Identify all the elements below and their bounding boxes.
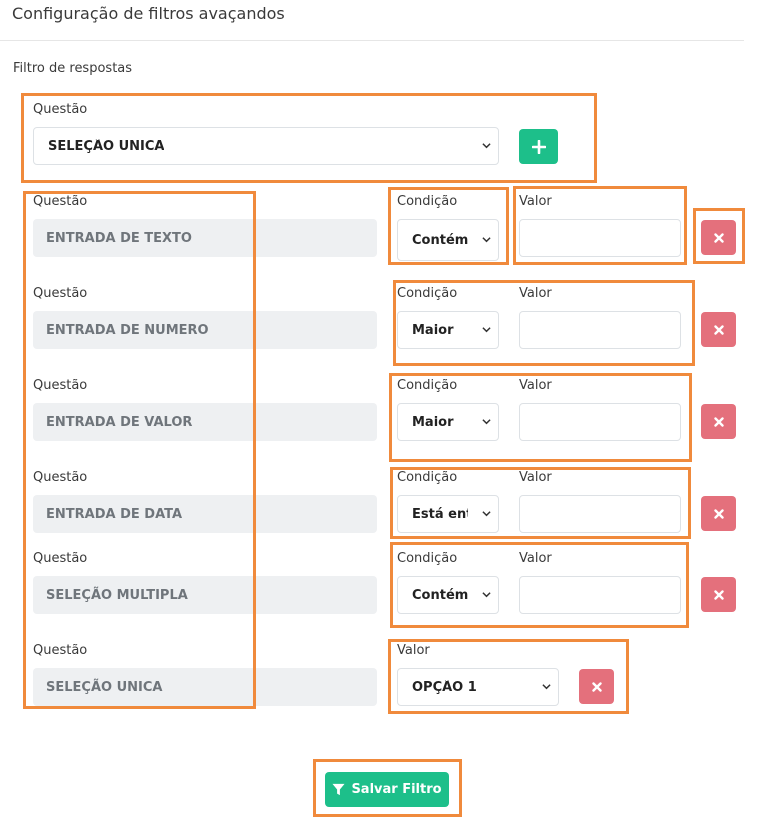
row-1-value-input[interactable]	[519, 219, 681, 257]
row-3-condition-value: Maior	[412, 414, 454, 430]
chevron-down-icon	[482, 143, 491, 149]
chevron-down-icon	[482, 511, 491, 517]
row-3-question-label: Questão	[33, 378, 88, 393]
row-1-value-label: Valor	[519, 194, 552, 209]
row-5-condition-value: Contém	[412, 587, 468, 603]
row-1-question-field: ENTRADA DE TEXTO	[33, 219, 377, 257]
section-label: Filtro de respostas	[13, 61, 133, 76]
close-icon	[713, 232, 724, 243]
row-5-question-label: Questão	[33, 551, 88, 566]
row-5-condition-label: Condição	[397, 551, 458, 566]
row-3-value-label: Valor	[519, 378, 552, 393]
chevron-down-icon	[482, 592, 491, 598]
new-filter-question-label: Questão	[33, 102, 88, 117]
save-filter-label: Salvar Filtro	[351, 782, 442, 797]
row-4-value-input[interactable]	[519, 495, 681, 533]
add-filter-button[interactable]	[519, 129, 558, 164]
row-4-value-label: Valor	[519, 470, 552, 485]
row-2-question-label: Questão	[33, 286, 88, 301]
row-4-question-field: ENTRADA DE DATA	[33, 495, 377, 533]
row-2-condition-select[interactable]: Maior	[397, 311, 499, 349]
close-icon	[713, 324, 724, 335]
page-title: Configuração de filtros avaçandos	[12, 4, 285, 23]
close-icon	[713, 589, 724, 600]
row-1-question-label: Questão	[33, 194, 88, 209]
row-4-condition-value: Está ent	[412, 506, 468, 522]
row-6-option-value: OPÇÃO 1	[412, 679, 477, 695]
row-5-condition-select[interactable]: Contém	[397, 576, 499, 614]
row-3-condition-label: Condição	[397, 378, 458, 393]
close-icon	[591, 681, 602, 692]
row-2-condition-value: Maior	[412, 322, 454, 338]
filter-icon	[332, 783, 345, 796]
row-5-value-input[interactable]	[519, 576, 681, 614]
row-2-condition-label: Condição	[397, 286, 458, 301]
chevron-down-icon	[482, 327, 491, 333]
row-2-question-field: ENTRADA DE NUMERO	[33, 311, 377, 349]
new-filter-question-select[interactable]: SELEÇÃO UNICA	[33, 127, 499, 165]
row-2-value-input[interactable]	[519, 311, 681, 349]
row-5-question-field: SELEÇÃO MULTIPLA	[33, 576, 377, 614]
save-filter-button[interactable]: Salvar Filtro	[325, 772, 449, 807]
row-1-condition-label: Condição	[397, 194, 458, 209]
row-6-option-select[interactable]: OPÇÃO 1	[397, 668, 559, 706]
chevron-down-icon	[482, 237, 491, 243]
row-2-value-label: Valor	[519, 286, 552, 301]
row-6-delete-button[interactable]	[579, 669, 614, 704]
new-filter-question-value: SELEÇÃO UNICA	[48, 138, 165, 154]
row-4-condition-label: Condição	[397, 470, 458, 485]
header-divider	[0, 40, 744, 41]
chevron-down-icon	[542, 684, 551, 690]
row-3-delete-button[interactable]	[701, 404, 736, 439]
row-5-value-label: Valor	[519, 551, 552, 566]
row-3-condition-select[interactable]: Maior	[397, 403, 499, 441]
close-icon	[713, 508, 724, 519]
row-6-question-field: SELEÇÃO UNICA	[33, 668, 377, 706]
row-4-delete-button[interactable]	[701, 496, 736, 531]
close-icon	[713, 416, 724, 427]
row-1-condition-select[interactable]: Contém	[397, 219, 499, 261]
row-3-question-field: ENTRADA DE VALOR	[33, 403, 377, 441]
row-4-question-label: Questão	[33, 470, 88, 485]
row-1-delete-button[interactable]	[701, 220, 736, 255]
row-2-delete-button[interactable]	[701, 312, 736, 347]
row-6-question-label: Questão	[33, 643, 88, 658]
plus-icon	[531, 139, 546, 154]
row-1-condition-value: Contém	[412, 232, 468, 248]
row-6-value-label: Valor	[397, 643, 430, 658]
highlight-box	[23, 191, 256, 709]
chevron-down-icon	[482, 419, 491, 425]
row-5-delete-button[interactable]	[701, 577, 736, 612]
row-4-condition-select[interactable]: Está ent	[397, 495, 499, 533]
row-3-value-input[interactable]	[519, 403, 681, 441]
